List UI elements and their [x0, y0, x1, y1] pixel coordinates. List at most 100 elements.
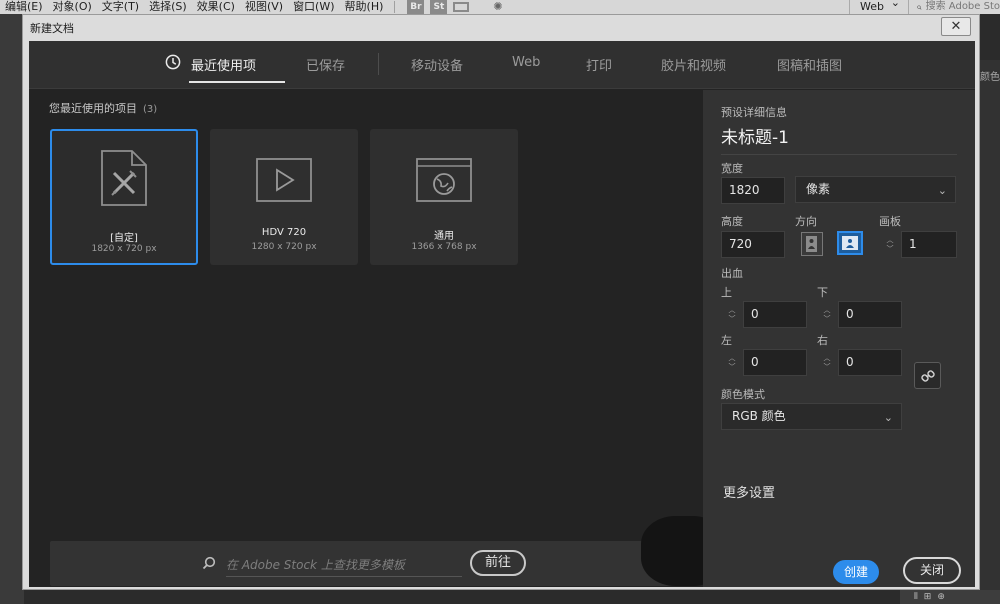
bleed-bottom-stepper[interactable]: ︿ ﹀ — [818, 301, 836, 328]
landscape-orientation-button[interactable] — [837, 231, 863, 255]
preset-details-label: 预设详细信息 — [721, 106, 787, 119]
chevron-up-icon[interactable]: ︿ — [824, 306, 831, 315]
active-tab-indicator — [189, 81, 285, 83]
width-input[interactable]: 1820 — [721, 177, 785, 204]
search-icon — [202, 556, 216, 570]
preset-card-custom[interactable]: [自定] 1820 x 720 px — [50, 129, 198, 265]
grid-icon[interactable]: ⊞ — [924, 592, 932, 602]
menu-edit[interactable]: 编辑(E) — [0, 0, 48, 14]
recent-heading: 您最近使用的项目 (3) — [49, 100, 157, 116]
recent-count: (3) — [143, 104, 158, 115]
preset-card-hdv720[interactable]: HDV 720 1280 x 720 px — [210, 129, 358, 265]
stock-search-box[interactable]: 搜索 Adobe Sto — [908, 0, 1000, 14]
color-mode-value: RGB 颜色 — [732, 409, 786, 423]
color-panel-tab[interactable]: 颜色 — [980, 68, 1000, 83]
chevron-down-icon: ⌄ — [883, 411, 893, 424]
chevron-down-icon[interactable]: ﹀ — [824, 315, 831, 324]
artboards-label: 画板 — [879, 215, 901, 228]
menu-help[interactable]: 帮助(H) — [340, 0, 389, 14]
color-mode-select[interactable]: RGB 颜色 ⌄ — [721, 403, 902, 430]
bleed-right-stepper[interactable]: ︿ ﹀ — [818, 349, 836, 376]
close-icon[interactable]: ✕ — [941, 17, 971, 36]
custom-document-icon — [101, 150, 147, 206]
bleed-left-label: 左 — [721, 334, 732, 347]
preset-name: 通用 — [434, 231, 454, 242]
height-input[interactable]: 720 — [721, 231, 785, 258]
menu-window[interactable]: 窗口(W) — [288, 0, 339, 14]
preset-name: HDV 720 — [261, 227, 307, 238]
bleed-left-stepper[interactable]: ︿ ﹀ — [723, 349, 741, 376]
portrait-orientation-button[interactable] — [801, 232, 823, 256]
dialog-title: 新建文档 — [30, 22, 74, 35]
tab-mobile[interactable]: 移动设备 — [411, 55, 463, 74]
close-button[interactable]: 关闭 — [903, 557, 961, 584]
menu-type[interactable]: 文字(T) — [97, 0, 144, 14]
preset-tabs: 最近使用项 已保存 移动设备 Web 打印 胶片和视频 图稿和插图 — [29, 41, 975, 89]
tab-art-illustration[interactable]: 图稿和插图 — [777, 55, 842, 74]
height-label: 高度 — [721, 215, 743, 228]
chevron-up-icon[interactable]: ︿ — [729, 306, 736, 315]
go-button[interactable]: 前往 — [470, 550, 526, 576]
bridge-icon[interactable]: Br — [407, 0, 425, 14]
chevron-down-icon[interactable]: ﹀ — [887, 245, 894, 254]
bleed-label: 出血 — [721, 267, 743, 280]
chevron-up-icon[interactable]: ︿ — [887, 236, 894, 245]
panel-footer: ⫴ ⊞ ⊕ — [900, 590, 1000, 604]
side-panels: 颜色 — [978, 60, 1000, 604]
stock-icon[interactable]: St — [430, 0, 448, 14]
menu-select[interactable]: 选择(S) — [144, 0, 192, 14]
bleed-top-input[interactable]: 0 — [743, 301, 807, 328]
document-name-input[interactable]: 未标题-1 — [721, 123, 957, 155]
menubar-divider — [394, 1, 396, 13]
arrange-documents-icon[interactable] — [453, 2, 470, 12]
menu-object[interactable]: 对象(O) — [48, 0, 97, 14]
bleed-top-stepper[interactable]: ︿ ﹀ — [723, 301, 741, 328]
artboards-input[interactable]: 1 — [901, 231, 957, 258]
search-placeholder: 搜索 Adobe Sto — [925, 1, 1000, 12]
bleed-top-label: 上 — [721, 286, 732, 299]
menu-view[interactable]: 视图(V) — [240, 0, 288, 14]
recent-heading-label: 您最近使用的项目 — [49, 102, 137, 115]
preset-dimensions: 1820 x 720 px — [91, 244, 157, 254]
chevron-up-icon[interactable]: ︿ — [824, 354, 831, 363]
tab-print[interactable]: 打印 — [586, 55, 612, 74]
preset-card-general[interactable]: 通用 1366 x 768 px — [370, 129, 518, 265]
chevron-down-icon[interactable]: ﹀ — [729, 315, 736, 324]
create-button[interactable]: 创建 — [833, 560, 879, 584]
preset-name: [自定] — [110, 233, 138, 244]
gpu-performance-icon[interactable]: ✺ — [493, 0, 502, 14]
preset-dimensions: 1366 x 768 px — [411, 242, 477, 252]
new-document-dialog: 新建文档 ✕ 最近使用项 已保存 移动设备 Web 打印 胶片和视频 图稿和插图… — [22, 14, 980, 590]
add-icon[interactable]: ⊕ — [937, 592, 945, 602]
chevron-down-icon: ⌄ — [937, 184, 947, 197]
bleed-bottom-label: 下 — [817, 286, 828, 299]
color-mode-label: 颜色模式 — [721, 388, 765, 401]
link-bleed-button[interactable] — [914, 362, 941, 389]
tab-divider — [378, 53, 379, 75]
portrait-icon — [806, 236, 817, 252]
tab-saved[interactable]: 已保存 — [306, 55, 345, 74]
unit-value: 像素 — [806, 182, 831, 196]
tab-recent[interactable]: 最近使用项 — [191, 55, 256, 74]
more-settings-button[interactable]: 更多设置 — [723, 482, 775, 501]
bleed-bottom-input[interactable]: 0 — [838, 301, 902, 328]
search-icon — [917, 4, 922, 10]
artboards-stepper[interactable]: ︿ ﹀ — [881, 231, 899, 258]
bleed-right-input[interactable]: 0 — [838, 349, 902, 376]
workspace-switcher[interactable]: Web — [849, 0, 908, 14]
preset-details-panel: 预设详细信息 未标题-1 宽度 1820 像素 ⌄ 高度 720 方向 画板 ︿… — [703, 90, 975, 587]
tab-web[interactable]: Web — [512, 55, 540, 70]
preset-dimensions: 1280 x 720 px — [251, 242, 317, 252]
chevron-up-icon[interactable]: ︿ — [729, 354, 736, 363]
library-icon[interactable]: ⫴ — [914, 592, 918, 602]
tab-film-video[interactable]: 胶片和视频 — [661, 55, 726, 74]
landscape-icon — [842, 236, 858, 250]
stock-search-input[interactable]: 在 Adobe Stock 上查找更多模板 — [226, 556, 462, 577]
menu-effect[interactable]: 效果(C) — [192, 0, 240, 14]
chevron-down-icon[interactable]: ﹀ — [824, 363, 831, 372]
bleed-left-input[interactable]: 0 — [743, 349, 807, 376]
orientation-label: 方向 — [795, 215, 817, 228]
unit-select[interactable]: 像素 ⌄ — [795, 176, 956, 203]
app-menubar: 编辑(E) 对象(O) 文字(T) 选择(S) 效果(C) 视图(V) 窗口(W… — [0, 0, 1000, 14]
chevron-down-icon[interactable]: ﹀ — [729, 363, 736, 372]
